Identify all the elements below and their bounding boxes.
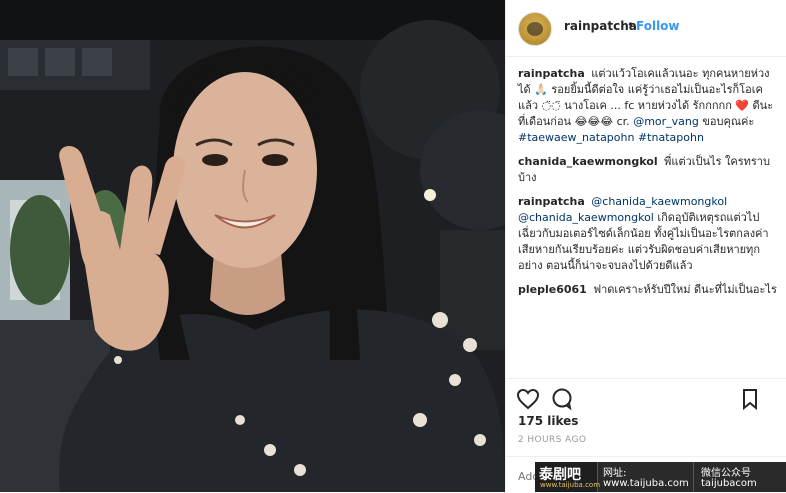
post-panel: rainpatcha • Follow rainpatcha แต่วแว้วโ… (505, 0, 786, 492)
separator-dot: • (627, 18, 635, 32)
mention-link[interactable]: @mor_vang (633, 115, 699, 128)
profile-avatar[interactable] (518, 12, 552, 46)
post-timestamp: 2 HOURS AGO (518, 435, 587, 445)
watermark-site: 网址: www.taijuba.com (601, 462, 694, 492)
comment-item: chanida_kaewmongkol พี่แต่วเป็นไร ใครทรา… (518, 154, 780, 186)
watermark-site-url: www.taijuba.com (603, 478, 689, 489)
mention-link[interactable]: @chanida_kaewmongkol (518, 211, 654, 224)
comment-item: pleple6061 ฟาดเคราะห์รับปีใหม่ ดีนะที่ไม… (518, 282, 780, 298)
follow-button[interactable]: Follow (636, 19, 680, 33)
comment-text: ฟาดเคราะห์รับปีใหม่ ดีนะที่ไม่เป็นอะไร (593, 283, 777, 296)
photo-illustration (0, 0, 505, 492)
comment-username[interactable]: rainpatcha (518, 67, 585, 80)
watermark-logo: 泰剧吧 www.taijuba.com (535, 462, 601, 492)
watermark-wechat-id: taijubacom (701, 478, 757, 489)
likes-count[interactable]: 175 likes (518, 414, 578, 428)
post-header: rainpatcha • Follow (506, 0, 786, 57)
watermark-bar: 泰剧吧 www.taijuba.com 网址: www.taijuba.com … (535, 462, 786, 492)
comment-username[interactable]: rainpatcha (518, 195, 585, 208)
comment-text-2: ขอบคุณค่ะ (702, 115, 755, 128)
watermark-site-label: 网址: (603, 468, 627, 479)
post-photo[interactable] (0, 0, 505, 492)
post-username[interactable]: rainpatcha (564, 19, 637, 33)
watermark-wechat-label: 微信公众号 (701, 468, 751, 479)
comment-icon[interactable] (550, 387, 574, 411)
comment-item: rainpatcha แต่วแว้วโอเคแล้วเนอะ ทุกคนหาย… (518, 66, 780, 146)
post-actions (506, 378, 786, 415)
heart-icon[interactable] (516, 387, 540, 411)
comment-username[interactable]: pleple6061 (518, 283, 587, 296)
watermark-wechat: 微信公众号 taijubacom (697, 462, 786, 492)
hashtag-link[interactable]: #taewaew_natapohn (518, 131, 634, 144)
comment-item: rainpatcha @chanida_kaewmongkol @chanida… (518, 194, 780, 274)
watermark-logo-url: www.taijuba.com (540, 481, 601, 489)
mention-link[interactable]: @chanida_kaewmongkol (591, 195, 727, 208)
bookmark-icon[interactable] (738, 387, 762, 411)
comments-list: rainpatcha แต่วแว้วโอเคแล้วเนอะ ทุกคนหาย… (518, 66, 780, 306)
comment-username[interactable]: chanida_kaewmongkol (518, 155, 658, 168)
hashtag-link[interactable]: #tnatapohn (638, 131, 704, 144)
